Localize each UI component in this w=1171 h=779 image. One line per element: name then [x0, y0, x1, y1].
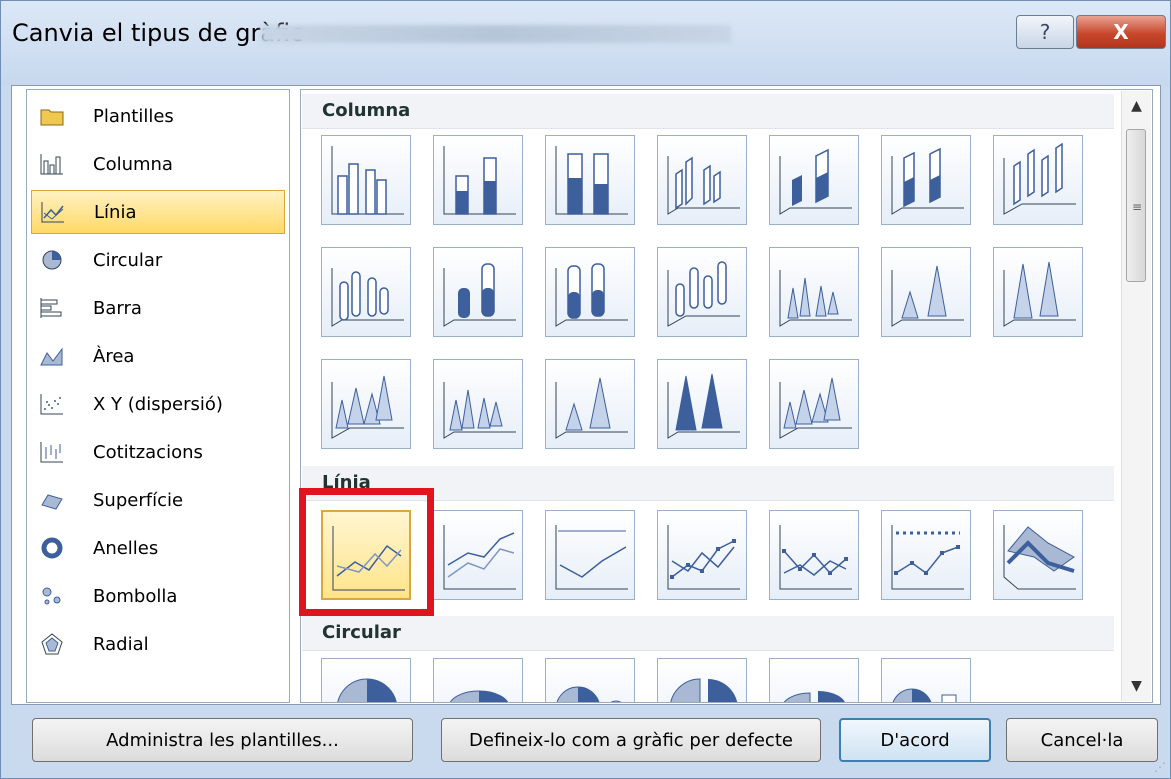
100-stacked-cone-tile[interactable]	[993, 247, 1083, 337]
area-chart-icon	[39, 343, 65, 369]
grip-icon: ≡	[1132, 200, 1143, 214]
set-default-button[interactable]: Defineix-lo com a gràfic per defecte	[441, 718, 821, 762]
stacked-column-tile[interactable]	[433, 135, 523, 225]
title-bar: Canvia el tipus de gràfic ? X	[1, 1, 1170, 85]
category-label: Anelles	[93, 537, 159, 559]
clustered-cylinder-tile[interactable]	[321, 247, 411, 337]
category-label: Bombolla	[93, 585, 178, 607]
cancel-button[interactable]: Cancel·la	[1006, 718, 1158, 762]
category-label: Àrea	[93, 345, 135, 367]
clustered-pyramid-tile[interactable]	[433, 359, 523, 449]
category-surface[interactable]: Superfície	[31, 478, 285, 522]
category-label: Superfície	[93, 489, 184, 511]
category-label: Cotitzacions	[93, 441, 203, 463]
100-stacked-line-tile[interactable]	[545, 510, 635, 600]
exploded-pie-tile[interactable]	[657, 658, 747, 702]
chart-category-list: Plantilles Columna Línia Circular Barra …	[26, 89, 290, 703]
category-line[interactable]: Línia	[31, 190, 285, 234]
gallery-scrollbar[interactable]: ▲ ≡ ▼	[1121, 91, 1151, 701]
100-stacked-line-with-markers-tile[interactable]	[881, 510, 971, 600]
3d-cylinder-tile[interactable]	[657, 247, 747, 337]
highlight-box	[299, 488, 434, 616]
bar-chart-icon	[39, 295, 65, 321]
category-bar[interactable]: Barra	[31, 286, 285, 330]
category-templates[interactable]: Plantilles	[31, 94, 285, 138]
line-chart-icon	[40, 199, 66, 225]
help-icon: ?	[1039, 20, 1051, 44]
section-header-column: Columna	[302, 94, 1114, 129]
dialog-title: Canvia el tipus de gràfic	[12, 19, 304, 47]
resize-grip-icon[interactable]: ⋰	[1154, 760, 1166, 774]
close-button[interactable]: X	[1076, 15, 1166, 49]
3d-clustered-column-tile[interactable]	[657, 135, 747, 225]
clustered-column-tile[interactable]	[321, 135, 411, 225]
category-radar[interactable]: Radial	[31, 622, 285, 666]
3d-column-tile[interactable]	[993, 135, 1083, 225]
category-label: Línia	[94, 201, 137, 223]
clustered-cone-tile[interactable]	[769, 247, 859, 337]
category-stock[interactable]: Cotitzacions	[31, 430, 285, 474]
bubble-chart-icon	[39, 583, 65, 609]
close-icon: X	[1113, 20, 1129, 44]
manage-templates-button[interactable]: Administra les plantilles...	[32, 718, 413, 762]
category-bubble[interactable]: Bombolla	[31, 574, 285, 618]
pie-of-pie-tile[interactable]	[545, 658, 635, 702]
scroll-thumb[interactable]: ≡	[1126, 129, 1146, 282]
stacked-cone-tile[interactable]	[881, 247, 971, 337]
scroll-down-arrow-icon[interactable]: ▼	[1122, 671, 1151, 701]
scroll-up-arrow-icon[interactable]: ▲	[1122, 91, 1151, 121]
surface-chart-icon	[39, 487, 65, 513]
category-label: Columna	[93, 153, 173, 175]
category-label: Circular	[93, 249, 163, 271]
100-stacked-pyramid-tile[interactable]	[657, 359, 747, 449]
line-with-markers-tile[interactable]	[657, 510, 747, 600]
100-stacked-cylinder-tile[interactable]	[545, 247, 635, 337]
folder-icon	[39, 103, 65, 129]
category-pie[interactable]: Circular	[31, 238, 285, 282]
change-chart-type-dialog: Canvia el tipus de gràfic ? X Plantilles…	[0, 0, 1171, 779]
blurred-title-text	[261, 25, 731, 43]
scatter-chart-icon	[39, 391, 65, 417]
category-doughnut[interactable]: Anelles	[31, 526, 285, 570]
help-button[interactable]: ?	[1016, 15, 1074, 49]
3d-line-tile[interactable]	[993, 510, 1083, 600]
category-label: Radial	[93, 633, 149, 655]
stacked-cylinder-tile[interactable]	[433, 247, 523, 337]
pie-chart-icon	[39, 247, 65, 273]
3d-100-stacked-column-tile[interactable]	[881, 135, 971, 225]
bar-of-pie-tile[interactable]	[881, 658, 971, 702]
3d-pyramid-tile[interactable]	[769, 359, 859, 449]
exploded-3d-pie-tile[interactable]	[769, 658, 859, 702]
3d-cone-tile[interactable]	[321, 359, 411, 449]
3d-stacked-column-tile[interactable]	[769, 135, 859, 225]
column-chart-icon	[39, 151, 65, 177]
category-label: X Y (dispersió)	[93, 393, 223, 415]
stacked-line-tile[interactable]	[433, 510, 523, 600]
pie-tile[interactable]	[321, 658, 411, 702]
category-scatter[interactable]: X Y (dispersió)	[31, 382, 285, 426]
category-label: Barra	[93, 297, 142, 319]
stacked-line-with-markers-tile[interactable]	[769, 510, 859, 600]
stacked-pyramid-tile[interactable]	[545, 359, 635, 449]
stock-chart-icon	[39, 439, 65, 465]
category-area[interactable]: Àrea	[31, 334, 285, 378]
3d-pie-tile[interactable]	[433, 658, 523, 702]
category-label: Plantilles	[93, 105, 174, 127]
doughnut-chart-icon	[39, 535, 65, 561]
ok-button[interactable]: D'acord	[839, 718, 991, 762]
section-header-pie: Circular	[302, 616, 1114, 651]
radar-chart-icon	[39, 631, 65, 657]
100-stacked-column-tile[interactable]	[545, 135, 635, 225]
category-column[interactable]: Columna	[31, 142, 285, 186]
